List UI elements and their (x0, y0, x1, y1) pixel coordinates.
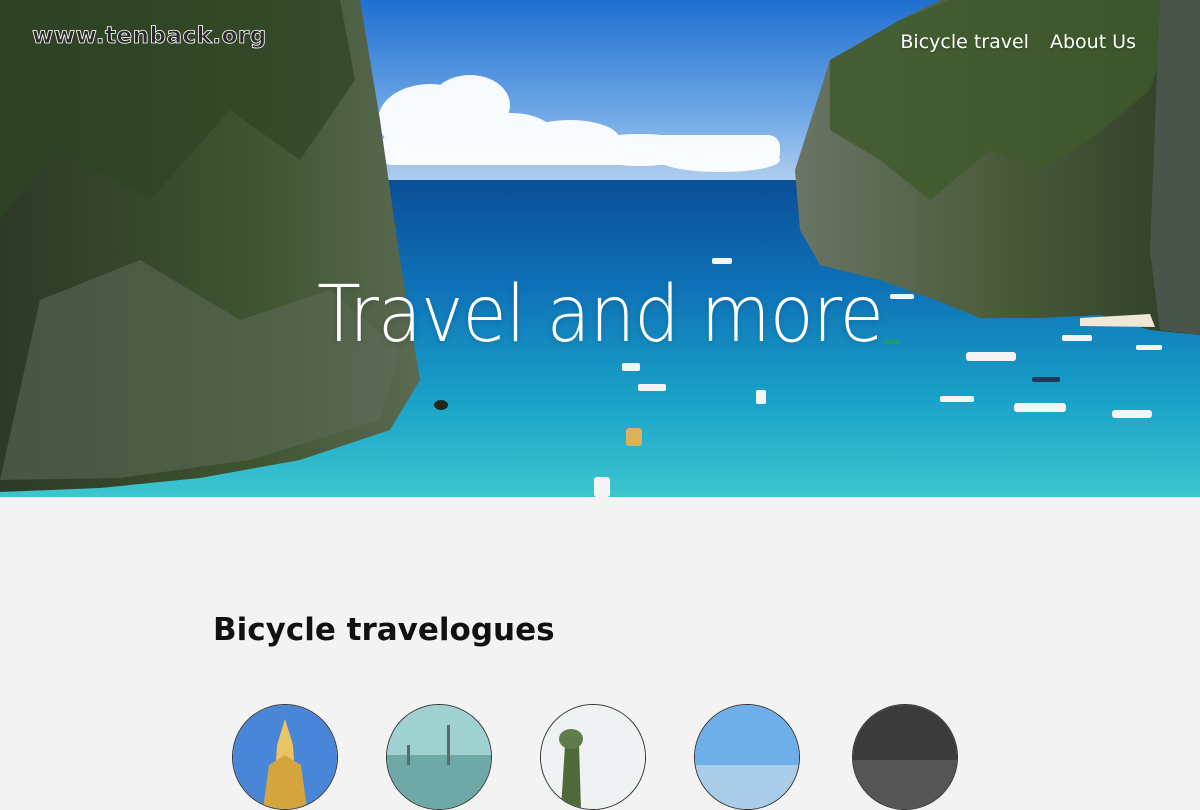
temple-photo-icon (233, 705, 337, 809)
section-title: Bicycle travelogues (213, 612, 555, 648)
nav-link-about-us[interactable]: About Us (1050, 31, 1136, 53)
travelogue-thumbnail-temple[interactable] (232, 704, 338, 810)
hero-banner: www.tenback.org Bicycle travel About Us … (0, 0, 1200, 497)
harbor-photo-icon (387, 705, 491, 809)
dark-photo-icon (853, 705, 957, 809)
hero-title: Travel and more (316, 270, 884, 360)
site-logo-link[interactable]: www.tenback.org (32, 23, 267, 50)
sky-photo-icon (695, 705, 799, 809)
travelogue-thumbnail-sky[interactable] (694, 704, 800, 810)
tree-photo-icon (541, 705, 645, 809)
travelogue-thumbnail-tree[interactable] (540, 704, 646, 810)
hero-background-image (0, 0, 1200, 497)
travelogue-thumbnail-dark[interactable] (852, 704, 958, 810)
travelogue-thumbnail-harbor[interactable] (386, 704, 492, 810)
nav-link-bicycle-travel[interactable]: Bicycle travel (900, 31, 1029, 53)
main-navigation: Bicycle travel About Us (900, 31, 1136, 53)
